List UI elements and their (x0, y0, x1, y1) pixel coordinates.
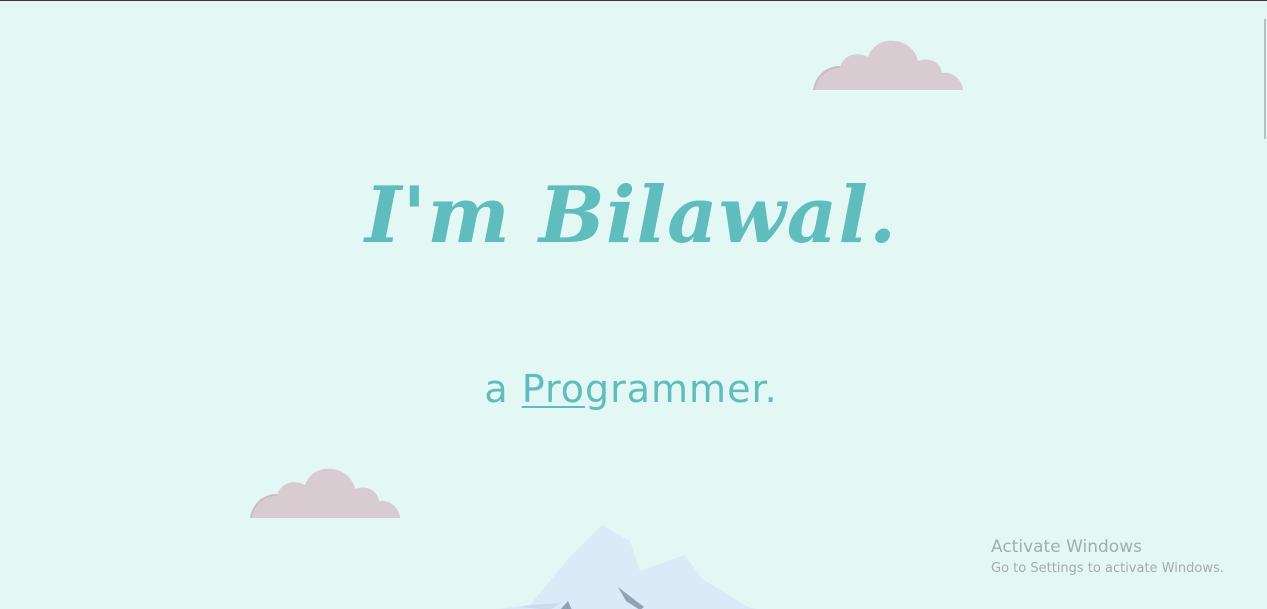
cloud-bottom-left-icon (250, 468, 400, 519)
scrollbar[interactable] (1262, 1, 1267, 609)
scrollbar-thumb[interactable] (1264, 19, 1266, 139)
cloud-top-right-icon (813, 40, 963, 91)
subtitle-rest: grammer. (585, 367, 778, 411)
watermark-title: Activate Windows (991, 537, 1142, 557)
portfolio-page: I'm Bilawal. a Programmer. Activate Wind… (0, 0, 1267, 609)
watermark-subtitle: Go to Settings to activate Windows. (991, 561, 1224, 576)
hero-title: I'm Bilawal. (364, 170, 898, 261)
activate-windows-watermark: Activate Windows Go to Settings to activ… (991, 536, 1224, 580)
subtitle-prefix: a (484, 367, 522, 411)
mountains-icon (498, 525, 756, 609)
hero-subtitle: a Programmer. (0, 367, 1262, 413)
typed-text: Pro (521, 367, 585, 411)
